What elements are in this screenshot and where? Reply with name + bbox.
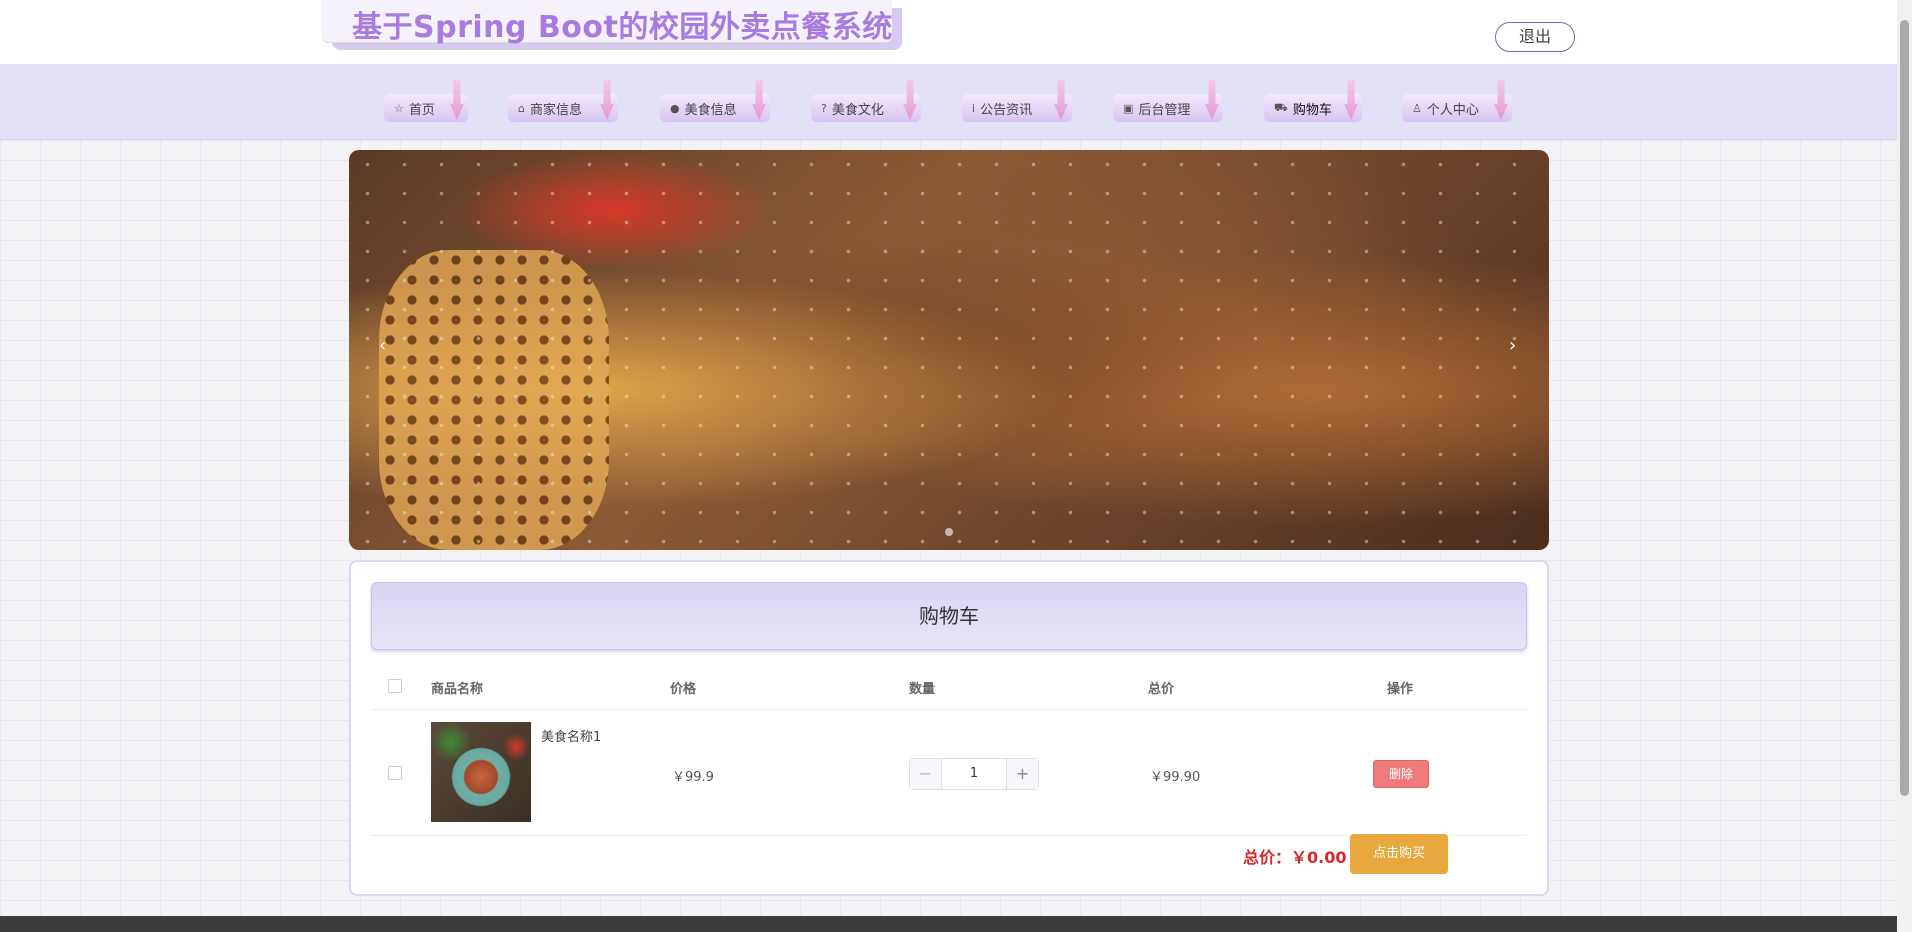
shop-icon: ⌂ bbox=[518, 101, 525, 115]
column-header: 数量 bbox=[909, 682, 936, 697]
carousel-indicator[interactable] bbox=[945, 528, 953, 536]
select-all-checkbox[interactable] bbox=[388, 679, 402, 693]
item-price: ￥99.9 bbox=[672, 770, 714, 785]
nav-item-label: 美食文化 bbox=[831, 102, 884, 118]
nav-item-food-culture[interactable]: ? 美食文化 bbox=[811, 80, 921, 122]
nav-item-label: 个人中心 bbox=[1426, 102, 1479, 118]
cart-panel: 购物车 商品名称 价格 数量 总价 操作 美食名称1 ￥99.9 − 1 + ￥… bbox=[349, 560, 1549, 896]
arrow-down-decoration bbox=[1494, 80, 1508, 120]
arrow-down-decoration bbox=[450, 80, 464, 120]
arrow-down-decoration bbox=[1205, 80, 1219, 120]
nav-item-cart[interactable]: ⛟ 购物车 bbox=[1264, 80, 1362, 122]
nav-item-profile[interactable]: ♙ 个人中心 bbox=[1402, 80, 1512, 122]
arrow-down-decoration bbox=[1344, 80, 1358, 120]
main-nav: ☆ 首页 ⌂ 商家信息 ● 美食信息 ? 美食文化 i 公告资讯 ▣ 后台管理 … bbox=[0, 64, 1897, 140]
star-icon: ☆ bbox=[394, 101, 404, 115]
carousel-next-icon[interactable]: › bbox=[1509, 335, 1516, 356]
site-title: 基于Spring Boot的校园外卖点餐系统 bbox=[352, 10, 893, 45]
arrow-down-decoration bbox=[903, 80, 917, 120]
column-header: 价格 bbox=[670, 682, 697, 697]
increase-button[interactable]: + bbox=[1006, 759, 1038, 789]
delete-button[interactable]: 删除 bbox=[1373, 760, 1429, 788]
banner-texture bbox=[349, 150, 1549, 550]
cart-icon: ⛟ bbox=[1274, 100, 1288, 114]
column-header: 总价 bbox=[1148, 682, 1175, 697]
column-header: 操作 bbox=[1387, 682, 1414, 697]
site-title-block: 基于Spring Boot的校园外卖点餐系统 bbox=[322, 0, 902, 50]
scrollbar-thumb[interactable] bbox=[1900, 20, 1909, 796]
nav-item-announcements[interactable]: i 公告资讯 bbox=[962, 80, 1072, 122]
briefcase-icon: ▣ bbox=[1123, 101, 1134, 115]
title-box: 基于Spring Boot的校园外卖点餐系统 bbox=[322, 0, 892, 45]
nav-item-label: 公告资讯 bbox=[980, 102, 1033, 118]
nav-item-label: 购物车 bbox=[1292, 102, 1332, 118]
logout-button[interactable]: 退出 bbox=[1495, 22, 1575, 52]
nav-item-admin[interactable]: ▣ 后台管理 bbox=[1113, 80, 1223, 122]
item-subtotal: ￥99.90 bbox=[1150, 770, 1201, 785]
page-scrollbar[interactable] bbox=[1897, 0, 1912, 932]
row-checkbox[interactable] bbox=[388, 766, 402, 780]
arrow-down-decoration bbox=[1054, 80, 1068, 120]
nav-item-merchants[interactable]: ⌂ 商家信息 bbox=[508, 80, 618, 122]
column-header: 商品名称 bbox=[431, 682, 484, 697]
decrease-button[interactable]: − bbox=[910, 759, 942, 789]
carousel-prev-icon[interactable]: ‹ bbox=[379, 335, 386, 356]
buy-button[interactable]: 点击购买 bbox=[1350, 834, 1448, 874]
arrow-down-decoration bbox=[600, 80, 614, 120]
food-name[interactable]: 美食名称1 bbox=[541, 726, 601, 745]
quantity-input[interactable]: 1 bbox=[942, 759, 1006, 789]
nav-item-home[interactable]: ☆ 首页 bbox=[384, 80, 468, 122]
food-thumbnail[interactable] bbox=[431, 722, 531, 822]
cart-title: 购物车 bbox=[371, 582, 1527, 650]
nav-item-label: 首页 bbox=[408, 102, 435, 118]
cart-table-header: 商品名称 价格 数量 总价 操作 bbox=[371, 662, 1527, 710]
table-row: 美食名称1 ￥99.9 − 1 + ￥99.90 删除 bbox=[371, 710, 1527, 836]
quantity-stepper: − 1 + bbox=[909, 758, 1039, 790]
nav-item-label: 商家信息 bbox=[529, 102, 582, 118]
info-circle-icon: i bbox=[972, 101, 976, 115]
info-icon: ● bbox=[670, 101, 680, 115]
cart-total: 总价：￥0.00 bbox=[1243, 848, 1347, 867]
banner-carousel[interactable]: ‹ › bbox=[349, 150, 1549, 550]
nav-item-food-info[interactable]: ● 美食信息 bbox=[660, 80, 770, 122]
top-header: 基于Spring Boot的校园外卖点餐系统 退出 bbox=[0, 0, 1897, 64]
arrow-down-decoration bbox=[752, 80, 766, 120]
question-icon: ? bbox=[821, 101, 827, 115]
footer-strip bbox=[0, 916, 1897, 932]
nav-item-label: 美食信息 bbox=[684, 102, 737, 118]
user-icon: ♙ bbox=[1412, 101, 1422, 115]
nav-item-label: 后台管理 bbox=[1138, 102, 1191, 118]
